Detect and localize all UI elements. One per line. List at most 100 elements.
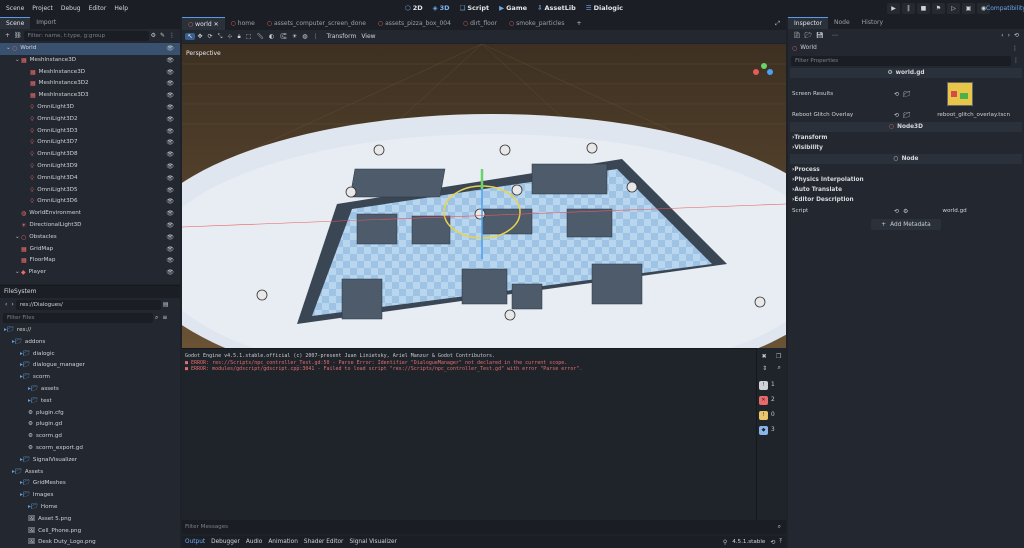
inspector-tab-history[interactable]: History	[856, 17, 889, 29]
filesystem-item[interactable]: ▸📁︎ dialogic	[0, 349, 180, 361]
main-screen-2d[interactable]: ⬡ 2D	[400, 0, 428, 17]
visibility-icon[interactable]: 👁︎	[166, 43, 174, 55]
visibility-icon[interactable]: 👁︎	[166, 161, 174, 173]
filter-properties-input[interactable]: Filter Properties	[791, 55, 1011, 66]
revert-icon[interactable]: ⟲	[892, 91, 901, 98]
visibility-icon[interactable]: 👁︎	[166, 55, 174, 67]
filesystem-item[interactable]: ▸📁︎ dialogue_manager	[0, 360, 180, 372]
visibility-icon[interactable]: 👁︎	[166, 208, 174, 220]
snap-icon[interactable]: 🧲︎	[277, 33, 290, 40]
scene-node[interactable]: 💡︎ OmniLight3D2 👁︎	[0, 114, 180, 126]
scene-node[interactable]: 💡︎ OmniLight3D4 👁︎	[0, 173, 180, 185]
scene-filter-input[interactable]: Filter: name, t:type, g:group	[23, 30, 149, 41]
visibility-icon[interactable]: 👁︎	[166, 232, 174, 244]
warning-count-toggle[interactable]: ! 0	[757, 408, 786, 422]
filesystem-item[interactable]: 🖼︎ Desk Duty_Logo.png	[0, 537, 180, 548]
scene-node[interactable]: ⌄ ○ Obstacles 👁︎	[0, 232, 180, 244]
version-label[interactable]: 4.5.1.stable	[729, 539, 768, 545]
inspector-category[interactable]: › Transform	[788, 133, 1024, 143]
ruler-icon[interactable]: 📏︎	[254, 33, 267, 40]
visibility-icon[interactable]: 👁︎	[166, 267, 174, 279]
visibility-icon[interactable]: 👁︎	[166, 114, 174, 126]
visibility-icon[interactable]: 👁︎	[166, 90, 174, 102]
editor-tab-smoke-particles[interactable]: ○ smoke_particles	[503, 17, 571, 30]
filesystem-item[interactable]: ▸📁︎ Images	[0, 490, 180, 502]
local-space-icon[interactable]: ◐	[266, 33, 276, 40]
close-icon[interactable]: ✕	[212, 21, 219, 28]
select-tool-icon[interactable]: ↖	[185, 33, 196, 40]
visibility-icon[interactable]: 👁︎	[166, 78, 174, 90]
scene-node[interactable]: ⌄ ○ World 👁︎	[0, 43, 180, 55]
filesystem-item[interactable]: ⚙ scorm.gd	[0, 431, 180, 443]
filesystem-filter-input[interactable]: Filter Files	[3, 312, 153, 323]
visibility-icon[interactable]: 👁︎	[166, 137, 174, 149]
visibility-icon[interactable]: 👁︎	[166, 102, 174, 114]
menu-help[interactable]: Help	[110, 0, 132, 17]
filter-options-icon[interactable]: ⚙	[149, 32, 158, 39]
split-mode-icon[interactable]: ▤	[161, 301, 171, 308]
filesystem-path-field[interactable]: res://Dialogues/	[15, 299, 161, 310]
scene-node[interactable]: ▦ GridMap 👁︎	[0, 244, 180, 256]
menu-editor[interactable]: Editor	[85, 0, 111, 17]
pin-icon[interactable]: ⚲	[721, 539, 729, 546]
play-icon[interactable]: ▶	[887, 3, 900, 14]
filesystem-item[interactable]: ⚙ plugin.gd	[0, 419, 180, 431]
sun-preview-icon[interactable]: ☀	[289, 33, 299, 40]
filesystem-item[interactable]: ▸📁︎ SignalVisualizer	[0, 455, 180, 467]
inspector-category[interactable]: › Auto Translate	[788, 185, 1024, 195]
editor-tab-home[interactable]: ○ home	[225, 17, 261, 30]
stop-icon[interactable]: ■	[917, 3, 930, 14]
bottom-tab-audio[interactable]: Audio	[243, 537, 265, 547]
bottom-tab-output[interactable]: Output	[182, 537, 208, 547]
visibility-icon[interactable]: 👁︎	[166, 185, 174, 197]
rotate-tool-icon[interactable]: ⟳	[205, 33, 215, 40]
lock-icon[interactable]: 🔒︎	[235, 33, 243, 41]
main-screen-3d[interactable]: ◈ 3D	[428, 0, 455, 17]
filesystem-item[interactable]: ⚙ plugin.cfg	[0, 408, 180, 420]
environment-preview-icon[interactable]: ◍	[300, 33, 310, 40]
menu-scene[interactable]: Scene	[2, 0, 28, 17]
filesystem-item[interactable]: ▸📁︎ Home	[0, 502, 180, 514]
revert-icon[interactable]: ⟲	[892, 112, 901, 119]
save-resource-icon[interactable]: 💾︎	[814, 32, 826, 39]
object-menu-icon[interactable]: ⋮	[1010, 45, 1020, 52]
visibility-icon[interactable]: 👁︎	[166, 220, 174, 232]
inspector-tab-node[interactable]: Node	[828, 17, 856, 29]
scene-node[interactable]: ⌄ ◆ Player 👁︎	[0, 267, 180, 279]
tab-scene[interactable]: Scene	[0, 17, 31, 29]
filesystem-item[interactable]: 🖼︎ Cell_Phone.png	[0, 526, 180, 538]
filesystem-item[interactable]: ▸📁︎ GridMeshes	[0, 478, 180, 490]
transform-menu[interactable]: Transform	[324, 33, 359, 40]
add-metadata-button[interactable]: + Add Metadata	[871, 219, 941, 230]
perspective-menu[interactable]: Perspective	[186, 50, 221, 57]
remote-debug-icon[interactable]: ⚑	[932, 3, 945, 14]
scene-node[interactable]: 💡︎ OmniLight3D9 👁︎	[0, 161, 180, 173]
visibility-icon[interactable]: 👁︎	[166, 149, 174, 161]
editor-tab-dirt-floor[interactable]: ○ dirt_floor	[457, 17, 503, 30]
filesystem-item[interactable]: ⚙ scorm_export.gd	[0, 443, 180, 455]
bottom-tab-shader-editor[interactable]: Shader Editor	[301, 537, 347, 547]
filesystem-item[interactable]: 🖼︎ Asset 5.png	[0, 514, 180, 526]
link-icon[interactable]: ⛓	[12, 32, 24, 39]
scene-node[interactable]: ▦ MeshInstance3D2 👁︎	[0, 78, 180, 90]
inspected-object-name[interactable]: World	[800, 45, 817, 51]
selectable-icon[interactable]: ⊹	[225, 33, 235, 40]
renderer-selector[interactable]: Compatibility	[986, 0, 1024, 17]
filesystem-item[interactable]: ▸📁︎ assets	[0, 384, 180, 396]
gear-icon[interactable]: ⚙	[901, 208, 910, 215]
scene-node[interactable]: ▦ MeshInstance3D 👁︎	[0, 67, 180, 79]
error-count-toggle[interactable]: ✕ 2	[757, 393, 786, 407]
main-screen-assetlib[interactable]: ⇩ AssetLib	[532, 0, 581, 17]
inspector-tab-inspector[interactable]: Inspector	[788, 17, 828, 29]
object-history-icon[interactable]: ⟲	[1012, 32, 1021, 39]
more-options-icon[interactable]: ⋮	[167, 32, 177, 39]
scene-node[interactable]: 💡︎ OmniLight3D5 👁︎	[0, 185, 180, 197]
reboot-glitch-value[interactable]: reboot_glitch_overlay.tscn	[937, 112, 1010, 118]
message-count-toggle[interactable]: ! 1	[757, 378, 786, 392]
scene-node[interactable]: ▦ FloorMap 👁︎	[0, 255, 180, 267]
attach-script-icon[interactable]: ✎	[158, 32, 167, 39]
filesystem-item[interactable]: ▸📁︎ test	[0, 396, 180, 408]
bottom-tab-debugger[interactable]: Debugger	[208, 537, 243, 547]
sort-icon[interactable]: ≡	[160, 314, 169, 321]
editor-tab-assets-pizza-box-004[interactable]: ○ assets_pizza_box_004	[372, 17, 457, 30]
